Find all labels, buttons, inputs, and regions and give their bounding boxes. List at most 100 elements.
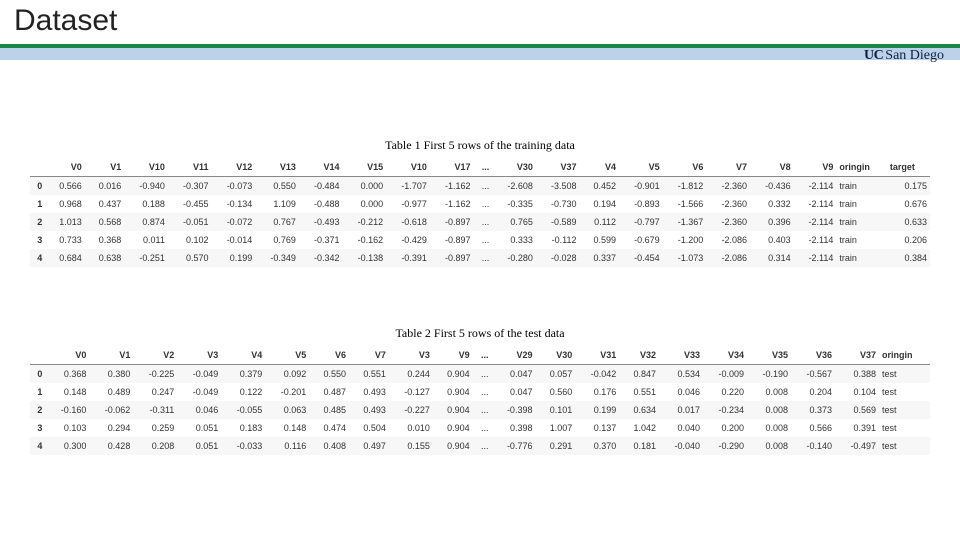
- table1-cell: -0.436: [750, 177, 794, 196]
- table1-cell: -2.360: [706, 195, 750, 213]
- table1-cell: -0.897: [430, 213, 474, 231]
- table1-cell: 1.109: [255, 195, 299, 213]
- table1-cell: 2: [30, 213, 45, 231]
- table2-cell: 0.148: [45, 383, 89, 401]
- page-title: Dataset: [14, 4, 117, 38]
- table1-col-21: target: [887, 158, 930, 177]
- table1-cell: -0.349: [255, 249, 299, 267]
- table2-cell: 0.294: [89, 419, 133, 437]
- table1-cell: 0.968: [45, 195, 85, 213]
- table2-cell: 0.904: [433, 401, 473, 419]
- table1-cell: -1.200: [663, 231, 707, 249]
- table1-cell: -1.073: [663, 249, 707, 267]
- table1-cell: 0.396: [750, 213, 794, 231]
- table1: V0V1V10V11V12V13V14V15V10V17...V30V37V4V…: [30, 158, 930, 267]
- table2-cell: -0.227: [389, 401, 433, 419]
- table1-col-6: V13: [255, 158, 299, 177]
- table2-cell: 0.379: [221, 365, 265, 384]
- table2-cell: 0.493: [349, 383, 389, 401]
- table2-row: 2-0.160-0.062-0.3110.046-0.0550.0630.485…: [30, 401, 930, 419]
- table1-col-1: V0: [45, 158, 85, 177]
- table1-cell: train: [836, 249, 887, 267]
- table1-cell: -0.072: [212, 213, 256, 231]
- table1-cell: -2.086: [706, 231, 750, 249]
- table1-cell: -0.893: [619, 195, 663, 213]
- table2-cell: test: [879, 365, 930, 384]
- table2-cell: 1: [30, 383, 45, 401]
- table2-cell: test: [879, 383, 930, 401]
- table1-cell: 0.550: [255, 177, 299, 196]
- table1-cell: 1.013: [45, 213, 85, 231]
- table1-cell: ...: [474, 177, 493, 196]
- table2-cell: 0.566: [791, 419, 835, 437]
- table1-cell: -0.940: [124, 177, 168, 196]
- table1-row: 21.0130.5680.874-0.051-0.0720.767-0.493-…: [30, 213, 930, 231]
- table1-cell: 0.206: [887, 231, 930, 249]
- table2-cell: 0.104: [835, 383, 879, 401]
- table2-cell: 0.368: [45, 365, 89, 384]
- table2-cell: -0.776: [491, 437, 535, 455]
- table2-cell: 0.220: [703, 383, 747, 401]
- table2-cell: ...: [473, 437, 492, 455]
- table2-cell: 1.042: [619, 419, 659, 437]
- table2-cell: 0.534: [659, 365, 703, 384]
- table1-cell: -0.162: [343, 231, 387, 249]
- table2-col-7: V6: [309, 346, 349, 365]
- table1-cell: -0.212: [343, 213, 387, 231]
- table2-cell: 0.551: [619, 383, 659, 401]
- table1-cell: ...: [474, 231, 493, 249]
- table1-cell: train: [836, 213, 887, 231]
- table1-row: 10.9680.4370.188-0.455-0.1341.109-0.4880…: [30, 195, 930, 213]
- table2-col-9: V3: [389, 346, 433, 365]
- table1-cell: 0.332: [750, 195, 794, 213]
- table2-cell: 0.101: [535, 401, 575, 419]
- table2-col-20: V37: [835, 346, 879, 365]
- table1-cell: 0.769: [255, 231, 299, 249]
- table1-cell: -2.114: [794, 231, 837, 249]
- table2-col-1: V0: [45, 346, 89, 365]
- table2-cell: 0.181: [619, 437, 659, 455]
- table1-cell: -2.114: [794, 177, 837, 196]
- table2-caption: Table 2 First 5 rows of the test data: [0, 326, 960, 341]
- table1-cell: -2.114: [794, 195, 837, 213]
- table2-col-21: oringin: [879, 346, 930, 365]
- table1-cell: 0.175: [887, 177, 930, 196]
- table2-cell: 0.489: [89, 383, 133, 401]
- table2-row: 40.3000.4280.2080.051-0.0330.1160.4080.4…: [30, 437, 930, 455]
- table1-cell: 0.337: [580, 249, 620, 267]
- table1-cell: 0.102: [168, 231, 212, 249]
- table1-col-0: [30, 158, 45, 177]
- table2-cell: -0.062: [89, 401, 133, 419]
- table2-cell: 0.904: [433, 365, 473, 384]
- table2-cell: -0.040: [659, 437, 703, 455]
- table2-cell: 0.560: [535, 383, 575, 401]
- table1-cell: -0.307: [168, 177, 212, 196]
- table1-cell: 0.676: [887, 195, 930, 213]
- table2-cell: 0.408: [309, 437, 349, 455]
- table1-cell: -0.488: [299, 195, 343, 213]
- table1-row: 30.7330.3680.0110.102-0.0140.769-0.371-0…: [30, 231, 930, 249]
- table1-cell: -1.367: [663, 213, 707, 231]
- table1-col-14: V4: [580, 158, 620, 177]
- table2-row: 30.1030.2940.2590.0510.1830.1480.4740.50…: [30, 419, 930, 437]
- table2-cell: 0.116: [265, 437, 309, 455]
- table1-cell: -0.797: [619, 213, 663, 231]
- table2-cell: -0.398: [491, 401, 535, 419]
- table2-cell: 1.007: [535, 419, 575, 437]
- table1-cell: 0.112: [580, 213, 620, 231]
- table2-cell: 0: [30, 365, 45, 384]
- table1-col-15: V5: [619, 158, 663, 177]
- table1-cell: -1.162: [430, 177, 474, 196]
- table2-cell: 0.904: [433, 437, 473, 455]
- table2-cell: ...: [473, 419, 492, 437]
- table1-cell: -0.251: [124, 249, 168, 267]
- table1-cell: 1: [30, 195, 45, 213]
- table1-cell: -0.280: [492, 249, 536, 267]
- table1-col-5: V12: [212, 158, 256, 177]
- table2-cell: 0.259: [133, 419, 177, 437]
- table2-cell: 0.551: [349, 365, 389, 384]
- table2-cell: -0.055: [221, 401, 265, 419]
- table2-cell: -0.042: [575, 365, 619, 384]
- table2-cell: 0.040: [659, 419, 703, 437]
- table2-cell: 0.634: [619, 401, 659, 419]
